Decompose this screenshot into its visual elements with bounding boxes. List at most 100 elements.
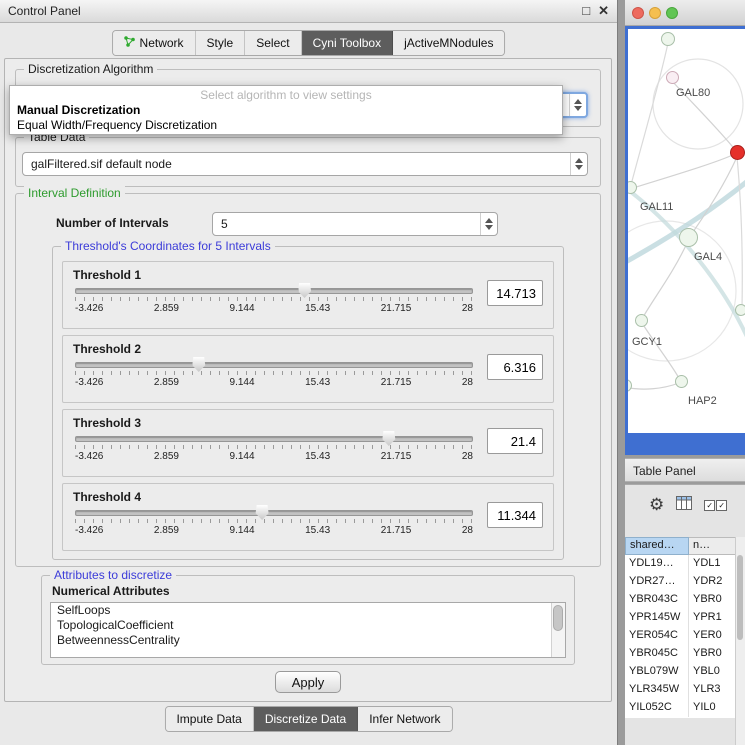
- slider-thumb[interactable]: [192, 357, 205, 372]
- network-node[interactable]: [635, 314, 648, 327]
- number-of-intervals-label: Number of Intervals: [56, 216, 169, 230]
- scale-label: 28: [462, 451, 473, 462]
- dropdown-item-equal-width-frequency[interactable]: Equal Width/Frequency Discretization: [10, 118, 562, 133]
- threshold-slider[interactable]: [75, 288, 473, 294]
- tab-jactivemnodules[interactable]: jActiveMNodules: [393, 31, 504, 55]
- table-row: YBL079W YBL0: [625, 663, 736, 681]
- tab-label: Discretize Data: [265, 712, 346, 726]
- table-cell[interactable]: YPR1: [689, 609, 736, 627]
- network-node[interactable]: [679, 228, 698, 247]
- table-cell[interactable]: YDL19…: [625, 555, 689, 573]
- scale-label: 28: [462, 377, 473, 388]
- table-cell[interactable]: YBL079W: [625, 663, 689, 681]
- threshold-slider[interactable]: [75, 362, 473, 368]
- mac-close-button[interactable]: [632, 7, 644, 19]
- threshold-slider[interactable]: [75, 436, 473, 442]
- tab-discretize-data[interactable]: Discretize Data: [254, 707, 358, 731]
- tab-cyni-toolbox[interactable]: Cyni Toolbox: [302, 31, 393, 55]
- table-row: YER054C YER0: [625, 627, 736, 645]
- threshold-value-input[interactable]: [487, 502, 543, 528]
- tab-network[interactable]: Network: [113, 31, 196, 55]
- combo-value: galFiltered.sif default node: [31, 157, 172, 171]
- table-cell[interactable]: YBR0: [689, 591, 736, 609]
- tab-label: Network: [140, 36, 184, 50]
- scale-label: 2.859: [154, 451, 179, 462]
- slider-ticks: [75, 519, 473, 523]
- number-of-intervals-combobox[interactable]: 5: [212, 212, 498, 236]
- dropdown-item-manual-discretization[interactable]: Manual Discretization: [10, 103, 562, 118]
- table-cell[interactable]: YIL052C: [625, 699, 689, 717]
- list-item[interactable]: SelfLoops: [51, 603, 565, 618]
- gear-icon[interactable]: ⚙: [649, 496, 664, 514]
- network-node-label: HAP2: [688, 395, 717, 407]
- table-row: YIL052C YIL0: [625, 699, 736, 717]
- group-title: Attributes to discretize: [50, 568, 176, 582]
- threshold-value-input[interactable]: [487, 354, 543, 380]
- list-item[interactable]: BetweennessCentrality: [51, 633, 565, 648]
- table-cell[interactable]: YBR043C: [625, 591, 689, 609]
- tab-impute-data[interactable]: Impute Data: [165, 707, 253, 731]
- table-cell[interactable]: YLR345W: [625, 681, 689, 699]
- table-data-combobox[interactable]: galFiltered.sif default node: [22, 152, 588, 176]
- tab-infer-network[interactable]: Infer Network: [358, 707, 451, 731]
- table-cell[interactable]: YIL0: [689, 699, 736, 717]
- column-header-shared-name[interactable]: shared…: [625, 537, 689, 555]
- tab-select[interactable]: Select: [245, 31, 301, 55]
- table-cell[interactable]: YDR27…: [625, 573, 689, 591]
- scrollbar-thumb[interactable]: [553, 605, 563, 631]
- threshold-slider[interactable]: [75, 510, 473, 516]
- slider-thumb[interactable]: [298, 283, 311, 298]
- combo-value: 5: [221, 217, 228, 231]
- network-node[interactable]: [730, 145, 745, 160]
- scale-label: 15.43: [305, 451, 330, 462]
- table-cell[interactable]: YBL0: [689, 663, 736, 681]
- table-scrollbar[interactable]: [735, 537, 745, 745]
- threshold-panel: Threshold 1 -3.426 2.859 9.144 15.43 21.…: [62, 261, 554, 329]
- table-cell[interactable]: YLR3: [689, 681, 736, 699]
- table-cell[interactable]: YPR145W: [625, 609, 689, 627]
- thresholds-group: Threshold's Coordinates for 5 Intervals …: [52, 246, 564, 560]
- bottom-tab-strip: Impute Data Discretize Data Infer Networ…: [164, 706, 452, 732]
- mac-zoom-button[interactable]: [666, 7, 678, 19]
- table-cell[interactable]: YDR2: [689, 573, 736, 591]
- table-cell[interactable]: YER054C: [625, 627, 689, 645]
- scale-label: -3.426: [75, 525, 103, 536]
- network-node[interactable]: [735, 304, 745, 316]
- tab-label: Cyni Toolbox: [313, 36, 381, 50]
- scale-label: 2.859: [154, 303, 179, 314]
- tab-label: Select: [256, 36, 289, 50]
- tab-label: Infer Network: [369, 712, 440, 726]
- tab-label: Style: [207, 36, 234, 50]
- table-cell[interactable]: YDL1: [689, 555, 736, 573]
- threshold-panel: Threshold 2 -3.426 2.859 9.144 15.43 21.…: [62, 335, 554, 403]
- apply-button[interactable]: Apply: [275, 671, 341, 693]
- table-cell[interactable]: YBR0: [689, 645, 736, 663]
- network-canvas[interactable]: GAL80 GAL11 GAL4 GCY1 HAP2: [628, 29, 745, 433]
- threshold-panel: Threshold 4 -3.426 2.859 9.144 15.43 21.…: [62, 483, 554, 551]
- slider-thumb[interactable]: [256, 505, 269, 520]
- slider-scale: -3.426 2.859 9.144 15.43 21.715 28: [75, 377, 473, 388]
- slider-thumb[interactable]: [382, 431, 395, 446]
- attributes-listbox[interactable]: SelfLoopsTopologicalCoefficientBetweenne…: [50, 602, 566, 658]
- network-node[interactable]: [675, 375, 688, 388]
- scrollbar-thumb[interactable]: [737, 555, 743, 640]
- network-node[interactable]: [666, 71, 679, 84]
- list-item[interactable]: TopologicalCoefficient: [51, 618, 565, 633]
- table-cell[interactable]: YBR045C: [625, 645, 689, 663]
- table-cell[interactable]: YER0: [689, 627, 736, 645]
- tab-label: Impute Data: [176, 712, 241, 726]
- table-panel-title: Table Panel: [633, 464, 696, 478]
- network-node[interactable]: [628, 181, 637, 194]
- column-chooser-icon[interactable]: [676, 496, 692, 515]
- close-icon[interactable]: ✕: [598, 4, 609, 18]
- tab-style[interactable]: Style: [196, 31, 246, 55]
- float-window-icon[interactable]: □: [582, 4, 590, 18]
- scale-label: 9.144: [230, 451, 255, 462]
- table-row: YBR043C YBR0: [625, 591, 736, 609]
- list-scrollbar[interactable]: [551, 603, 565, 657]
- network-node[interactable]: [661, 32, 675, 46]
- threshold-value-input[interactable]: [487, 428, 543, 454]
- select-all-icon[interactable]: ✓✓: [704, 500, 727, 511]
- mac-minimize-button[interactable]: [649, 7, 661, 19]
- threshold-value-input[interactable]: [487, 280, 543, 306]
